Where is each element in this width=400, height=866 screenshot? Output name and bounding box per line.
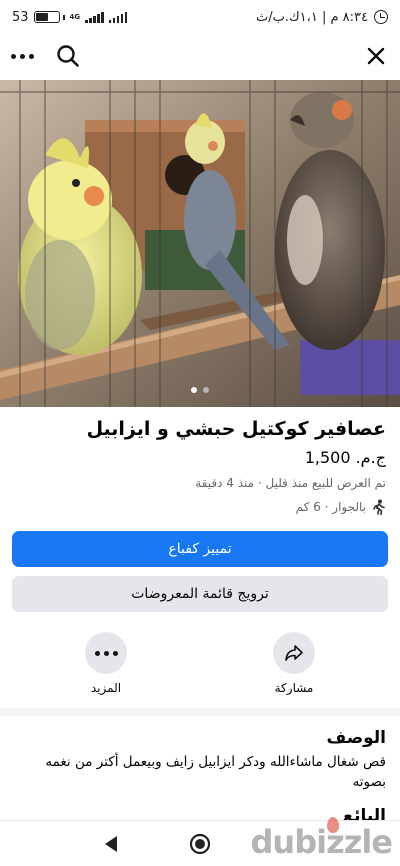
more-label: المزيد	[90, 681, 122, 695]
system-nav-bar: dubizzle	[0, 817, 400, 866]
photo-pagination	[191, 387, 209, 393]
battery-level: 53	[12, 9, 29, 25]
share-action[interactable]: مشاركة	[254, 632, 334, 695]
battery-icon	[33, 11, 65, 23]
boost-listing-button[interactable]: تمييز كفباع	[12, 531, 388, 567]
listing-location: بالجوار · 6 كم	[296, 499, 386, 515]
location-text: بالجوار · 6 كم	[295, 500, 366, 514]
search-icon	[57, 45, 79, 67]
section-divider	[0, 708, 400, 716]
share-button[interactable]	[273, 632, 315, 674]
flame-icon	[326, 817, 339, 833]
listing-title: عصافير كوكتيل حبشي و ايزابيل	[86, 418, 386, 440]
status-left: 53 4G	[12, 9, 128, 25]
walking-icon	[373, 499, 385, 515]
back-button[interactable]	[98, 831, 124, 857]
network-type: 4G	[69, 12, 81, 21]
alarm-icon	[374, 10, 388, 24]
product-photo[interactable]	[0, 80, 400, 407]
clock: ٨:٣٤ م | ١،١ك.ب/ث	[255, 9, 368, 25]
more-icon	[10, 53, 34, 59]
close-button[interactable]	[358, 38, 394, 74]
share-icon	[285, 645, 303, 661]
listing-price: ج.م. 1,500	[304, 448, 386, 467]
back-icon	[105, 836, 117, 852]
status-right: ٨:٣٤ م | ١،١ك.ب/ث	[256, 10, 388, 25]
more-options-button[interactable]	[85, 632, 127, 674]
home-button[interactable]	[187, 831, 213, 857]
seller-heading: البائع	[342, 806, 386, 820]
share-label: مشاركة	[274, 681, 314, 695]
signal-icon	[85, 11, 104, 23]
pagination-dot	[203, 387, 209, 393]
home-icon	[189, 833, 211, 855]
description-heading: الوصف	[326, 728, 386, 748]
product-photo-image	[0, 80, 400, 407]
close-icon	[367, 47, 385, 65]
promote-listings-button[interactable]: ترويج قائمة المعروضات	[12, 576, 388, 612]
search-button[interactable]	[50, 38, 86, 74]
more-button[interactable]	[4, 38, 40, 74]
watermark-text: dubizzle	[250, 823, 393, 861]
more-dots-icon	[94, 650, 118, 656]
top-bar	[0, 34, 400, 78]
more-action[interactable]: المزيد	[66, 632, 146, 695]
dubizzle-watermark: dubizzle	[250, 817, 393, 861]
pagination-dot	[191, 387, 197, 393]
listing-meta: تم العرض للبيع منذ قليل · منذ 4 دقيقة	[195, 476, 386, 490]
status-bar: 53 4G ٨:٣٤ م | ١،١ك.ب/ث	[0, 0, 400, 34]
description-text: قص شغال ماشاءالله ودكر ايزابيل زايف وبيع…	[45, 754, 386, 790]
signal-icon-2	[108, 11, 128, 23]
